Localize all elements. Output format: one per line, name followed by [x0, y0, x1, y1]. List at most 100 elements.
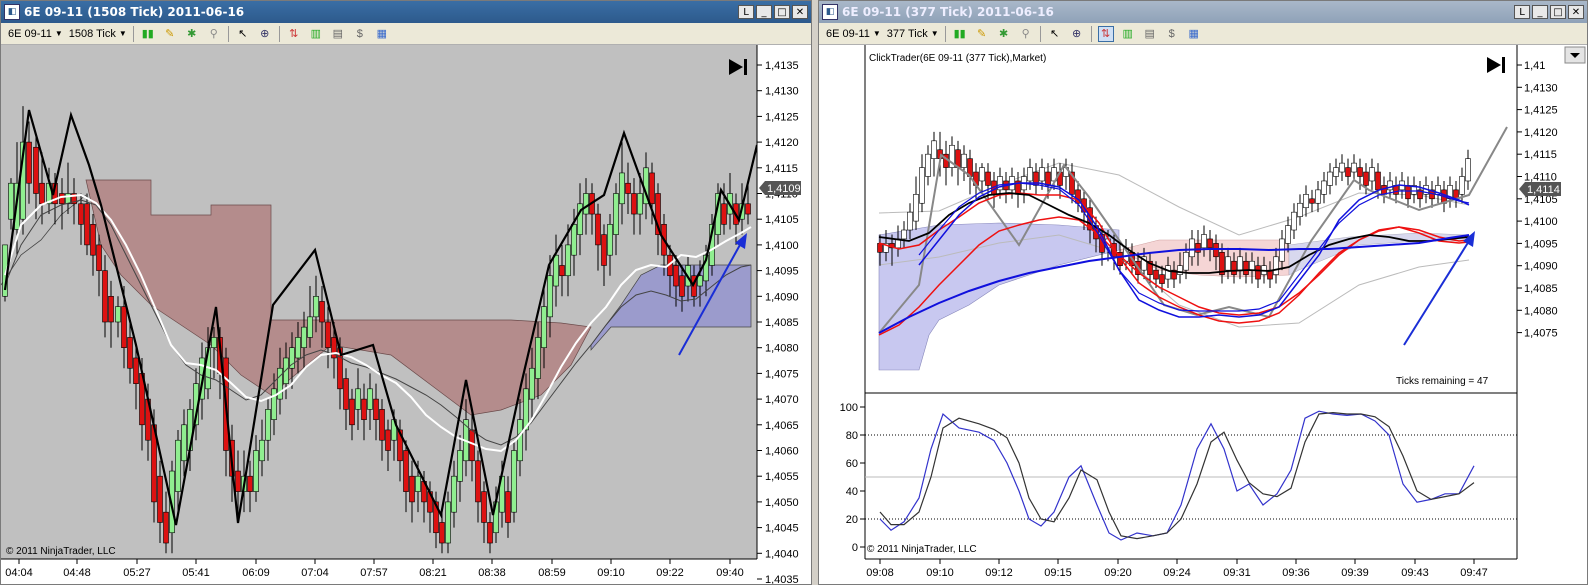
toolbar-separator — [227, 25, 229, 42]
link-button[interactable]: L — [1514, 5, 1530, 19]
time-axis-label: 08:21 — [419, 567, 447, 579]
chart-style-icon[interactable]: ▥ — [308, 26, 324, 42]
right-chart-window: ◧ 6E 09-11 (377 Tick) 2011-06-16 L _ □ ✕… — [818, 0, 1588, 585]
candle — [65, 193, 71, 205]
instrument-selector[interactable]: 6E 09-11 ▼ — [826, 28, 881, 40]
zoom-icon[interactable]: ⊕ — [1069, 26, 1085, 42]
time-axis-label: 05:27 — [123, 567, 151, 579]
pin-icon[interactable]: ⚲ — [206, 26, 222, 42]
instrument-selector[interactable]: 6E 09-11 ▼ — [8, 28, 63, 40]
pointer-icon[interactable]: ↖ — [235, 26, 251, 42]
time-axis-label: 05:41 — [182, 567, 210, 579]
right-price-chart[interactable]: 1,411,41301,41251,41201,41151,41101,4105… — [819, 45, 1587, 584]
right-chart-area[interactable]: 1,41 1,4130 1,4125 1,4120 1,4115 1,4110 1,4105… — [819, 45, 1587, 584]
candle — [1369, 167, 1375, 182]
zoom-icon[interactable]: ⊕ — [257, 26, 273, 42]
candle — [265, 409, 271, 441]
candle — [325, 321, 331, 349]
time-axis-label: 09:12 — [985, 567, 1013, 579]
candle — [78, 203, 84, 225]
candle — [26, 141, 32, 184]
maximize-button[interactable]: □ — [1550, 5, 1566, 19]
left-chart-area[interactable]: 1,41351,41301,41251,41201,41151,41101,41… — [1, 45, 811, 584]
candle — [361, 398, 367, 420]
strategy-icon[interactable]: ⇅ — [286, 26, 302, 42]
candle — [1201, 234, 1207, 249]
candle — [1225, 256, 1231, 271]
pin-icon[interactable]: ⚲ — [1018, 26, 1034, 42]
candle — [247, 475, 253, 492]
candle — [102, 270, 108, 323]
pencil-icon[interactable]: ✎ — [974, 26, 990, 42]
dollar-icon[interactable]: $ — [1164, 26, 1180, 42]
candle — [445, 501, 451, 544]
candle — [451, 475, 457, 513]
close-button[interactable]: ✕ — [1568, 5, 1584, 19]
chart-style-icon[interactable]: ▥ — [1120, 26, 1136, 42]
data-icon[interactable]: ▤ — [1142, 26, 1158, 42]
price-axis-label: 1,4135 — [765, 60, 799, 72]
properties-icon[interactable]: ▦ — [1186, 26, 1202, 42]
bars-icon[interactable]: ▮▮ — [140, 26, 156, 42]
link-button[interactable]: L — [738, 5, 754, 19]
time-axis-label: 09:39 — [1341, 567, 1369, 579]
candle — [529, 367, 535, 400]
dollar-icon[interactable]: $ — [352, 26, 368, 42]
candle — [649, 172, 655, 205]
candle — [1213, 243, 1219, 258]
bars-icon[interactable]: ▮▮ — [952, 26, 968, 42]
candle — [355, 388, 361, 410]
candle — [547, 275, 553, 318]
candle — [595, 213, 601, 246]
candle — [39, 182, 45, 205]
strategy-icon[interactable]: ⇅ — [1097, 25, 1114, 42]
price-axis-label: 1,4060 — [765, 446, 799, 458]
candle — [1387, 180, 1393, 191]
close-button[interactable]: ✕ — [792, 5, 808, 19]
candle — [919, 167, 925, 204]
candle — [84, 203, 90, 246]
candle — [439, 522, 445, 544]
pencil-icon[interactable]: ✎ — [162, 26, 178, 42]
candle — [90, 224, 96, 256]
candle — [601, 234, 607, 266]
time-axis-label: 09:20 — [1104, 567, 1132, 579]
price-axis-label: 1,4040 — [765, 548, 799, 560]
oscillator-axis-label: 20 — [846, 514, 858, 526]
time-axis-label: 09:10 — [597, 567, 625, 579]
period-selector[interactable]: 377 Tick ▼ — [887, 28, 939, 40]
price-axis-label: 1,4105 — [765, 214, 799, 226]
candle — [379, 409, 385, 441]
toolbar-separator — [1039, 25, 1041, 42]
candle — [33, 146, 39, 194]
minimize-button[interactable]: _ — [756, 5, 772, 19]
left-price-chart[interactable]: 1,41351,41301,41251,41201,41151,41101,41… — [1, 45, 811, 584]
candle — [349, 398, 355, 426]
candle — [1177, 265, 1183, 275]
magnet-icon[interactable]: ✱ — [996, 26, 1012, 42]
data-icon[interactable]: ▤ — [330, 26, 346, 42]
candle — [235, 470, 241, 492]
candle — [1321, 180, 1327, 195]
pointer-icon[interactable]: ↖ — [1047, 26, 1063, 42]
properties-icon[interactable]: ▦ — [374, 26, 390, 42]
right-title-bar[interactable]: ◧ 6E 09-11 (377 Tick) 2011-06-16 L _ □ ✕ — [819, 1, 1587, 23]
left-toolbar: 6E 09-11 ▼ 1508 Tick ▼ ▮▮ ✎ ✱ ⚲ ↖ ⊕ ⇅ ▥ ▤ … — [1, 23, 811, 45]
candle — [181, 424, 187, 462]
candle — [1045, 171, 1051, 186]
left-title-bar[interactable]: ◧ 6E 09-11 (1508 Tick) 2011-06-16 L _ □ … — [1, 1, 811, 23]
candle — [583, 193, 589, 215]
candle — [1345, 167, 1351, 177]
candle — [211, 337, 217, 349]
magnet-icon[interactable]: ✱ — [184, 26, 200, 42]
price-axis-label: 1,4035 — [765, 574, 799, 584]
candle — [475, 460, 481, 503]
time-axis-label: 08:59 — [538, 567, 566, 579]
candle — [175, 439, 181, 492]
price-axis-label: 1,4090 — [765, 291, 799, 303]
maximize-button[interactable]: □ — [774, 5, 790, 19]
candle — [1309, 198, 1315, 204]
candle — [469, 429, 475, 462]
minimize-button[interactable]: _ — [1532, 5, 1548, 19]
period-selector[interactable]: 1508 Tick ▼ — [69, 28, 127, 40]
